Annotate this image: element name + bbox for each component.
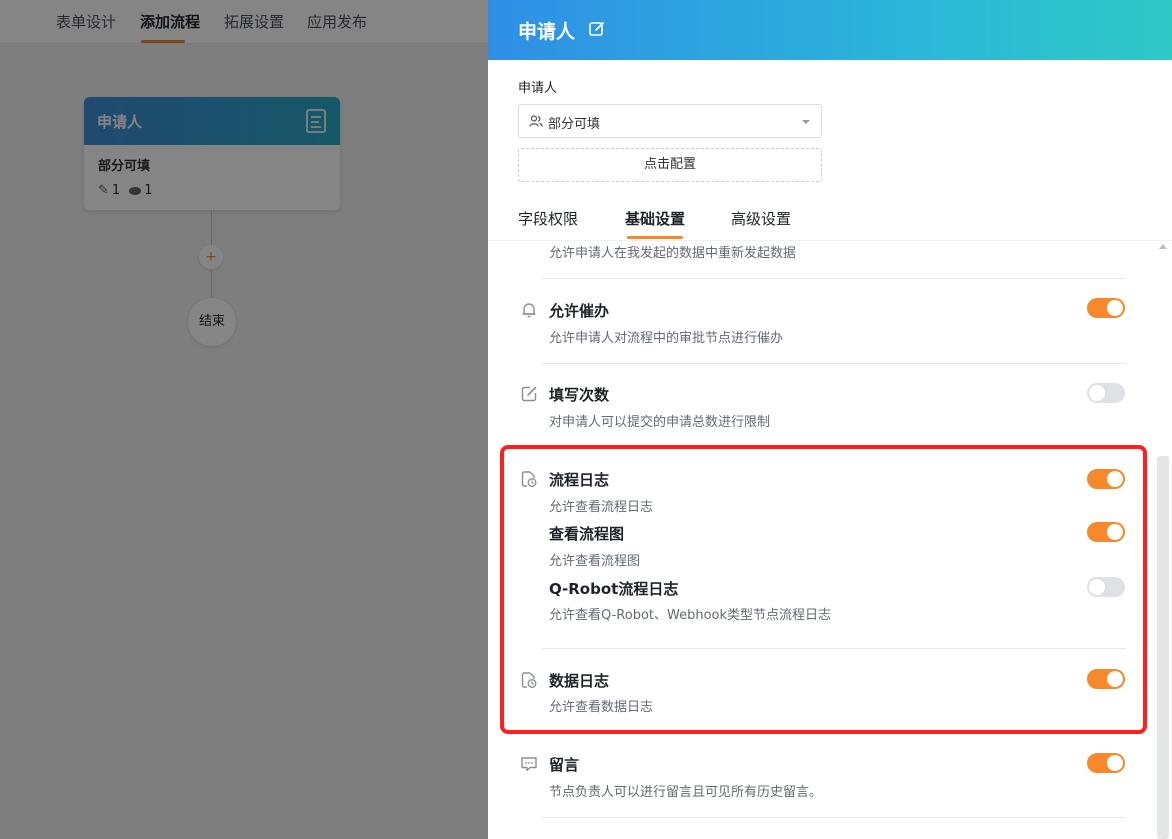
submit-limit-toggle[interactable] xyxy=(1087,383,1125,403)
drawer-title: 申请人 xyxy=(518,21,576,43)
divider xyxy=(542,363,1126,364)
bell-icon xyxy=(522,303,536,318)
setting-title: 允许催办 xyxy=(549,302,610,320)
setting-title: 填写次数 xyxy=(549,386,610,404)
setting-title: Q-Robot流程日志 xyxy=(549,580,679,598)
divider xyxy=(542,817,1126,818)
edit-title-icon[interactable] xyxy=(588,20,606,38)
divider xyxy=(542,648,1126,649)
scrollbar-thumb[interactable] xyxy=(1157,456,1169,839)
log-clock-icon xyxy=(521,471,537,487)
setting-desc: 允许查看流程日志 xyxy=(549,500,654,515)
setting-title: 数据日志 xyxy=(549,672,610,690)
setting-desc: 节点负责人可以进行留言且可见所有历史留言。 xyxy=(549,785,823,800)
settings-list: 允许申请人在我发起的数据中重新发起数据 允许催办 允许申请人对流程中的审批节点进… xyxy=(488,240,1172,839)
setting-desc: 允许申请人对流程中的审批节点进行催办 xyxy=(549,331,784,346)
edit-icon xyxy=(521,386,537,402)
setting-desc: 允许查看流程图 xyxy=(549,554,641,569)
configure-button[interactable]: 点击配置 xyxy=(518,148,822,182)
drawer-tabs: 字段权限 基础设置 高级设置 xyxy=(488,200,1172,240)
tab-advanced-settings[interactable]: 高级设置 xyxy=(731,208,791,229)
log-clock-icon xyxy=(521,672,537,688)
tab-field-permissions[interactable]: 字段权限 xyxy=(518,208,578,229)
setting-title: 流程日志 xyxy=(549,471,610,489)
select-value: 部分可填 xyxy=(548,117,601,132)
applicant-field-label: 申请人 xyxy=(518,81,558,96)
setting-desc: 允许查看Q-Robot、Webhook类型节点流程日志 xyxy=(549,608,832,623)
users-icon xyxy=(529,115,543,127)
setting-title: 留言 xyxy=(549,756,580,774)
setting-desc: 允许申请人在我发起的数据中重新发起数据 xyxy=(549,246,797,261)
comments-toggle[interactable] xyxy=(1087,753,1125,773)
tab-basic-settings[interactable]: 基础设置 xyxy=(625,208,685,229)
active-drawer-tab-underline xyxy=(627,236,683,239)
chevron-down-icon xyxy=(802,120,810,124)
comment-icon xyxy=(521,757,537,772)
view-flowchart-toggle[interactable] xyxy=(1087,522,1125,542)
node-settings-drawer: 申请人 申请人 部分可填 点击配置 字段权限 基础设置 高级设置 允许申请人在我… xyxy=(488,0,1172,839)
setting-desc: 允许查看数据日志 xyxy=(549,700,654,715)
flow-log-toggle[interactable] xyxy=(1087,469,1125,489)
urge-toggle[interactable] xyxy=(1087,298,1125,318)
divider xyxy=(542,278,1126,279)
setting-desc: 对申请人可以提交的申请总数进行限制 xyxy=(549,415,771,430)
applicant-permission-select[interactable]: 部分可填 xyxy=(518,104,822,138)
setting-title: 查看流程图 xyxy=(549,525,625,543)
qrobot-log-toggle[interactable] xyxy=(1087,577,1125,597)
scroll-up-arrow-icon[interactable] xyxy=(1159,244,1167,249)
data-log-toggle[interactable] xyxy=(1087,669,1125,689)
drawer-header: 申请人 xyxy=(488,0,1172,60)
